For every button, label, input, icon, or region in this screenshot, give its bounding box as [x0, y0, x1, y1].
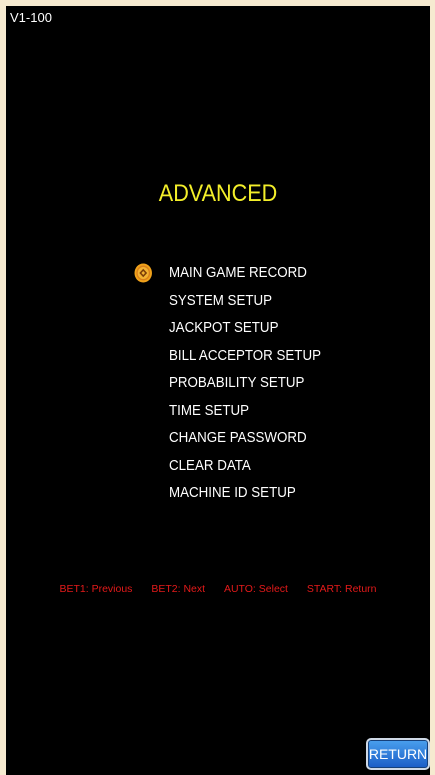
version-label: V1-100: [10, 10, 52, 25]
control-hints: BET1: Previous BET2: Next AUTO: Select S…: [6, 583, 430, 595]
menu-item-system-setup[interactable]: SYSTEM SETUP: [169, 291, 321, 319]
menu-item-label: TIME SETUP: [169, 402, 250, 419]
hint-start: START: Return: [306, 583, 377, 595]
menu-item-jackpot-setup[interactable]: JACKPOT SETUP: [169, 318, 321, 346]
return-button[interactable]: RETURN: [366, 738, 430, 770]
menu-item-label: MAIN GAME RECORD: [169, 265, 307, 281]
menu-item-clear-data[interactable]: CLEAR DATA: [169, 456, 321, 484]
hint-auto: AUTO: Select: [223, 583, 288, 595]
menu-item-label: MACHINE ID SETUP: [169, 485, 296, 501]
hint-bet2: BET2: Next: [151, 583, 206, 595]
menu-item-machine-id-setup[interactable]: MACHINE ID SETUP: [169, 483, 321, 511]
menu-item-change-password[interactable]: CHANGE PASSWORD: [169, 428, 321, 456]
menu-item-main-game-record[interactable]: MAIN GAME RECORD: [134, 263, 321, 291]
menu-item-label: CLEAR DATA: [169, 457, 251, 474]
advanced-menu: MAIN GAME RECORD SYSTEM SETUP JACKPOT SE…: [134, 263, 334, 511]
menu-item-label: BILL ACCEPTOR SETUP: [169, 347, 321, 364]
page-title: ADVANCED: [158, 180, 278, 207]
game-screen: V1-100 ADVANCED MAIN GAME RECORD SYSTEM …: [6, 6, 430, 775]
menu-item-probability-setup[interactable]: PROBABILITY SETUP: [169, 373, 321, 401]
hint-bet1: BET1: Previous: [59, 583, 133, 595]
coin-cursor-icon: [134, 263, 152, 283]
menu-item-label: PROBABILITY SETUP: [169, 375, 305, 391]
menu-item-label: SYSTEM SETUP: [169, 292, 273, 309]
menu-item-bill-acceptor-setup[interactable]: BILL ACCEPTOR SETUP: [169, 346, 321, 374]
menu-item-label: JACKPOT SETUP: [169, 320, 279, 336]
menu-item-time-setup[interactable]: TIME SETUP: [169, 401, 321, 429]
menu-item-label: CHANGE PASSWORD: [169, 430, 307, 446]
